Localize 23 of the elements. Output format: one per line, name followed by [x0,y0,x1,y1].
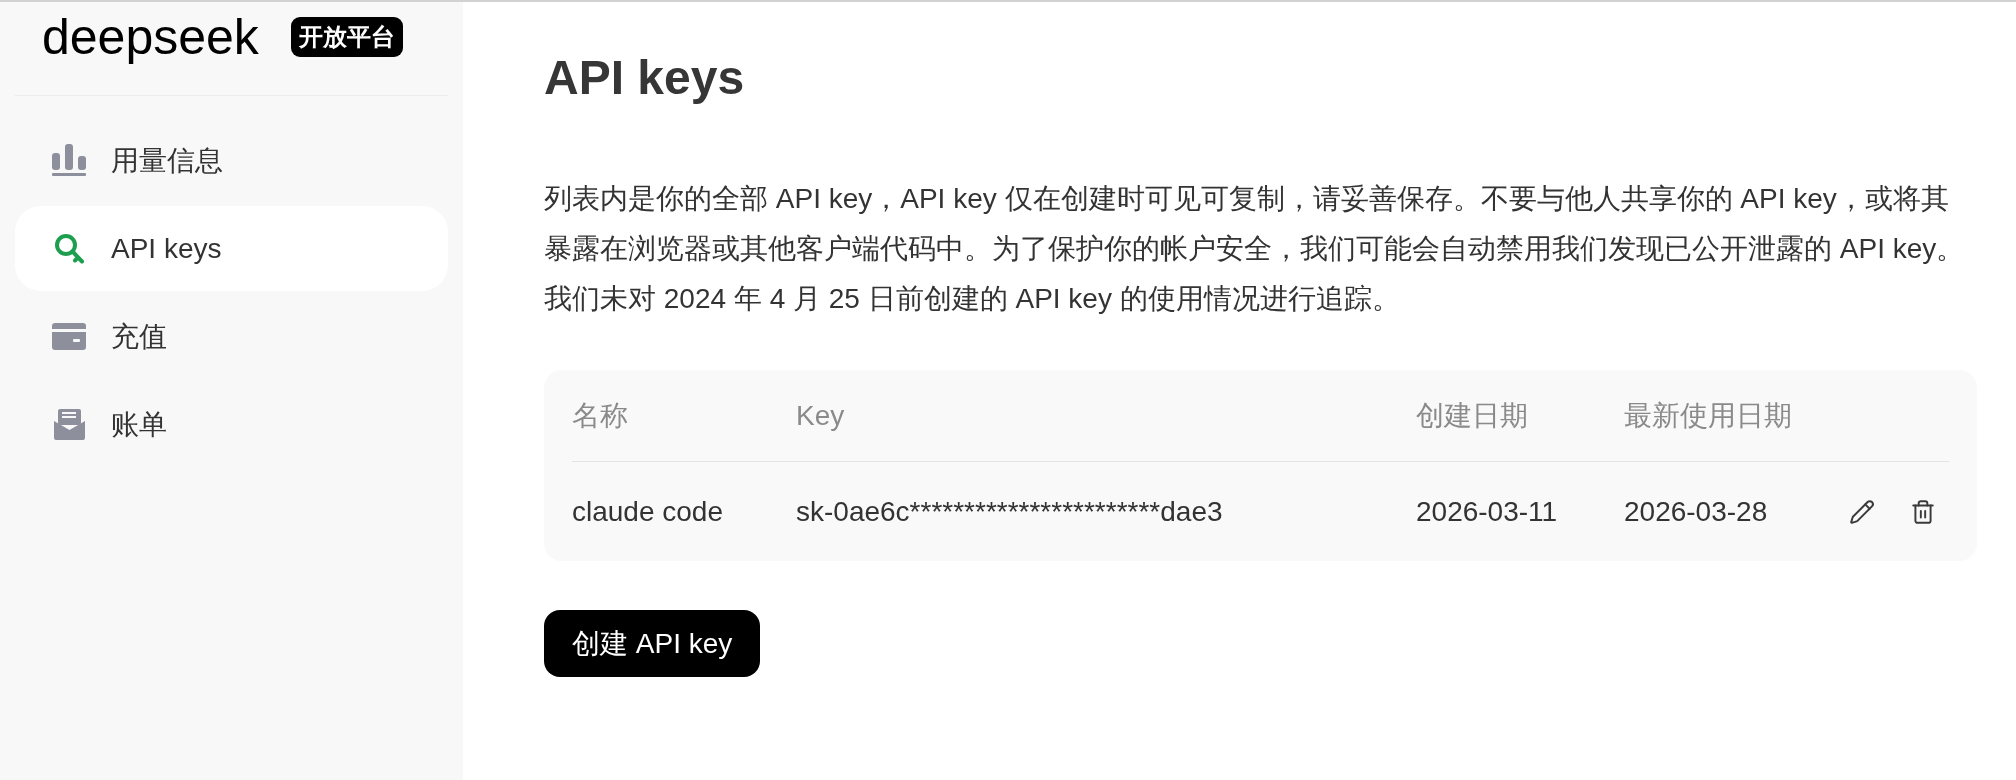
column-header: 名称 [572,399,628,433]
envelope-icon [53,409,85,440]
sidebar-nav-item[interactable]: 用量信息 [15,118,448,203]
logo[interactable]: deepseek [42,12,259,62]
api-key-value: sk-0ae6c***********************dae3 [796,494,1223,529]
key-name: claude code [572,494,723,529]
sidebar-nav-item[interactable]: 账单 [15,382,448,467]
create-api-key-button[interactable]: 创建 API key [544,610,761,677]
last-used-date: 2026-03-28 [1624,494,1768,529]
page-title: API keys [544,50,745,106]
trash-icon[interactable] [1910,498,1936,525]
column-header: 创建日期 [1416,399,1528,433]
created-date: 2026-03-11 [1416,494,1558,529]
platform-badge: 开放平台 [290,17,403,57]
key-icon [53,232,85,265]
sidebar-nav-item[interactable]: API keys [15,206,448,291]
bar-chart-icon [52,144,86,177]
description-text: 列表内是你的全部 API key，API key 仅在创建时可见可复制，请妥善保存。不要与他人共享你的 API key，或将其暴露在浏览器或其他客户端代码中。为了保护你的帐户安全，我们可能会自动禁用我们发现已公开泄露的 API key。我们未对 2024 年 4 月 25 日前创建的 API key 的使用情况进行追踪。 [544,182,1966,316]
sidebar-nav-item[interactable]: 充值 [15,294,448,379]
column-header: 最新使用日期 [1624,399,1792,433]
column-header: Key [796,399,845,433]
card-icon [52,323,86,350]
pencil-icon[interactable] [1849,498,1875,525]
